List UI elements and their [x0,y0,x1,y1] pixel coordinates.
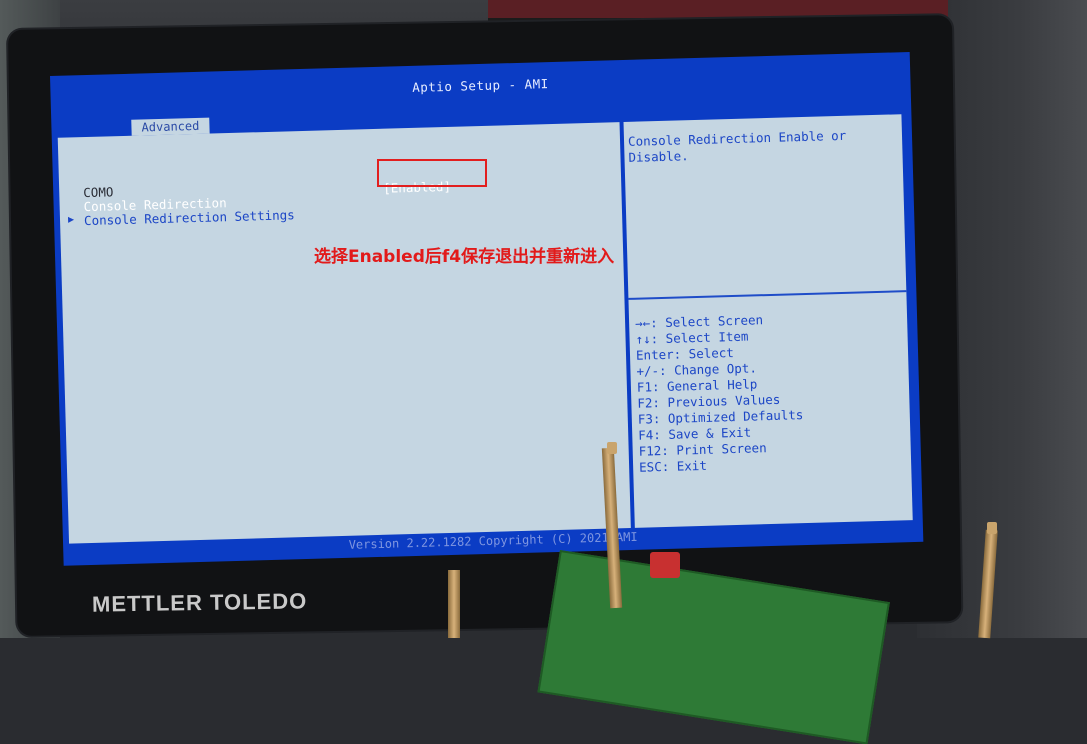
monitor-brand-logo: METTLER TOLEDO [91,588,308,617]
red-connector [650,552,680,578]
submenu-arrow-icon: ▶ [67,214,75,226]
brass-standoff [448,570,460,638]
help-description-line: Console Redirection Enable or [627,127,847,149]
key-help-line: ↑↓: Select Item [635,328,749,347]
help-description-line: Disable. [628,148,689,165]
bios-title: Aptio Setup - AMI [412,76,549,95]
bios-help-panel: Console Redirection Enable or Disable. →… [623,114,913,528]
key-help-line: F12: Print Screen [638,440,767,459]
key-help-line: F4: Save & Exit [638,424,752,443]
help-divider [628,290,907,300]
key-help-line: F3: Optimized Defaults [637,407,804,427]
brass-standoff-cap [607,442,617,454]
bios-screen: Aptio Setup - AMI Advanced COMO Console … [50,51,924,566]
enabled-highlight-box [377,159,487,187]
brass-standoff-cap [987,522,997,534]
instruction-annotation: 选择Enabled后f4保存退出并重新进入 [314,247,615,267]
key-help-line: Enter: Select [635,345,735,363]
key-help-line: ESC: Exit [638,457,708,475]
bios-main-panel: COMO Console Redirection [Enabled] ▶ Con… [57,122,631,544]
